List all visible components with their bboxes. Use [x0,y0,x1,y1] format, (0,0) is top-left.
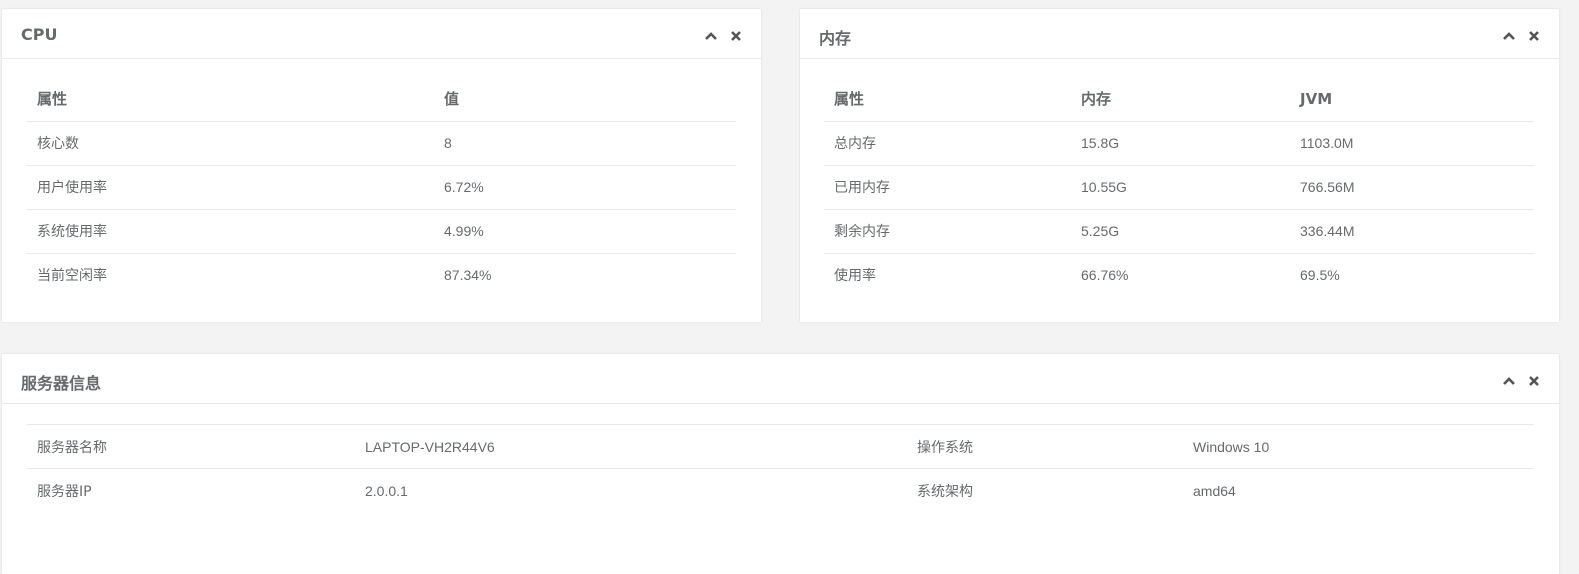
server-attribute: 系统架构 [907,468,1183,513]
server-value: 2.0.0.1 [355,468,907,513]
memory-panel-tools [1502,29,1541,43]
column-header: 内存 [1071,77,1290,122]
server-attribute: 服务器IP [27,468,355,513]
server-value: LAPTOP-VH2R44V6 [365,438,495,455]
table-row: 服务器IP 2.0.0.1 系统架构 amd64 [27,468,1534,513]
table-row: 核心数 8 [27,121,736,165]
memory-attribute: 使用率 [824,252,1071,297]
close-icon[interactable] [729,29,743,43]
table-row: 服务器名称 LAPTOP-VH2R44V6 操作系统 Windows 10 [27,425,1534,469]
cpu-panel-header: CPU [2,9,761,59]
cpu-table: 属性 值 核心数 8 用户使用率 6.72% 系统使用率 4.99% 当前空闲率… [27,77,736,297]
server-table: 服务器名称 LAPTOP-VH2R44V6 操作系统 Windows 10 服务… [27,424,1534,513]
memory-value: 15.8G [1081,135,1120,151]
table-row: 使用率 66.76% 69.5% [824,252,1534,297]
table-row: 剩余内存 5.25G 336.44M [824,208,1534,253]
column-header: 属性 [824,77,1071,122]
table-row: 系统使用率 4.99% [27,208,736,253]
server-panel-header: 服务器信息 [2,354,1559,404]
jvm-value: 766.56M [1290,164,1534,209]
cpu-panel-tools [704,29,743,43]
cpu-value: 87.34% [434,252,736,297]
memory-attribute: 已用内存 [824,164,1071,209]
table-row: 已用内存 10.55G 766.56M [824,164,1534,209]
table-row: 用户使用率 6.72% [27,164,736,209]
memory-panel: 内存 属性 内存 JVM 总内存 15.8G 1103.0M 已用内存 10.5… [800,9,1559,322]
server-panel: 服务器信息 服务器名称 LAPTOP-VH2R44V6 操作系统 Windows… [2,354,1559,574]
memory-table: 属性 内存 JVM 总内存 15.8G 1103.0M 已用内存 10.55G … [824,77,1534,297]
close-icon[interactable] [1527,29,1541,43]
memory-value: 10.55G [1071,164,1290,209]
memory-value: 5.25G [1071,208,1290,253]
server-value: amd64 [1183,468,1534,513]
server-panel-title: 服务器信息 [21,374,102,393]
chevron-up-icon[interactable] [1502,29,1516,43]
column-header: 属性 [27,77,434,122]
memory-panel-title: 内存 [819,29,852,48]
server-value: Windows 10 [1193,438,1270,455]
cpu-attribute: 系统使用率 [27,208,434,253]
memory-panel-header: 内存 [800,9,1559,59]
cpu-value: 4.99% [434,208,736,253]
cpu-attribute: 用户使用率 [27,164,434,209]
column-header: JVM [1290,77,1534,122]
server-panel-tools [1502,374,1541,388]
table-header-row: 属性 内存 JVM [824,77,1534,122]
server-attribute: 服务器名称 [37,439,107,456]
jvm-value: 1103.0M [1300,135,1354,151]
table-header-row: 属性 值 [27,77,736,122]
memory-attribute: 剩余内存 [824,208,1071,253]
cpu-attribute: 核心数 [37,136,79,152]
cpu-attribute: 当前空闲率 [27,252,434,297]
memory-value: 66.76% [1071,252,1290,297]
chevron-up-icon[interactable] [1502,374,1516,388]
chevron-up-icon[interactable] [704,29,718,43]
cpu-value: 8 [444,135,452,151]
jvm-value: 69.5% [1290,252,1534,297]
server-attribute: 操作系统 [917,439,973,456]
table-row: 总内存 15.8G 1103.0M [824,121,1534,165]
jvm-value: 336.44M [1290,208,1534,253]
close-icon[interactable] [1527,374,1541,388]
cpu-panel: CPU 属性 值 核心数 8 用户使用率 6.72% 系统使用率 4.99% 当… [2,9,761,322]
table-row: 当前空闲率 87.34% [27,252,736,297]
memory-attribute: 总内存 [834,136,876,152]
cpu-panel-title: CPU [21,25,58,44]
column-header: 值 [434,77,736,122]
cpu-value: 6.72% [434,164,736,209]
